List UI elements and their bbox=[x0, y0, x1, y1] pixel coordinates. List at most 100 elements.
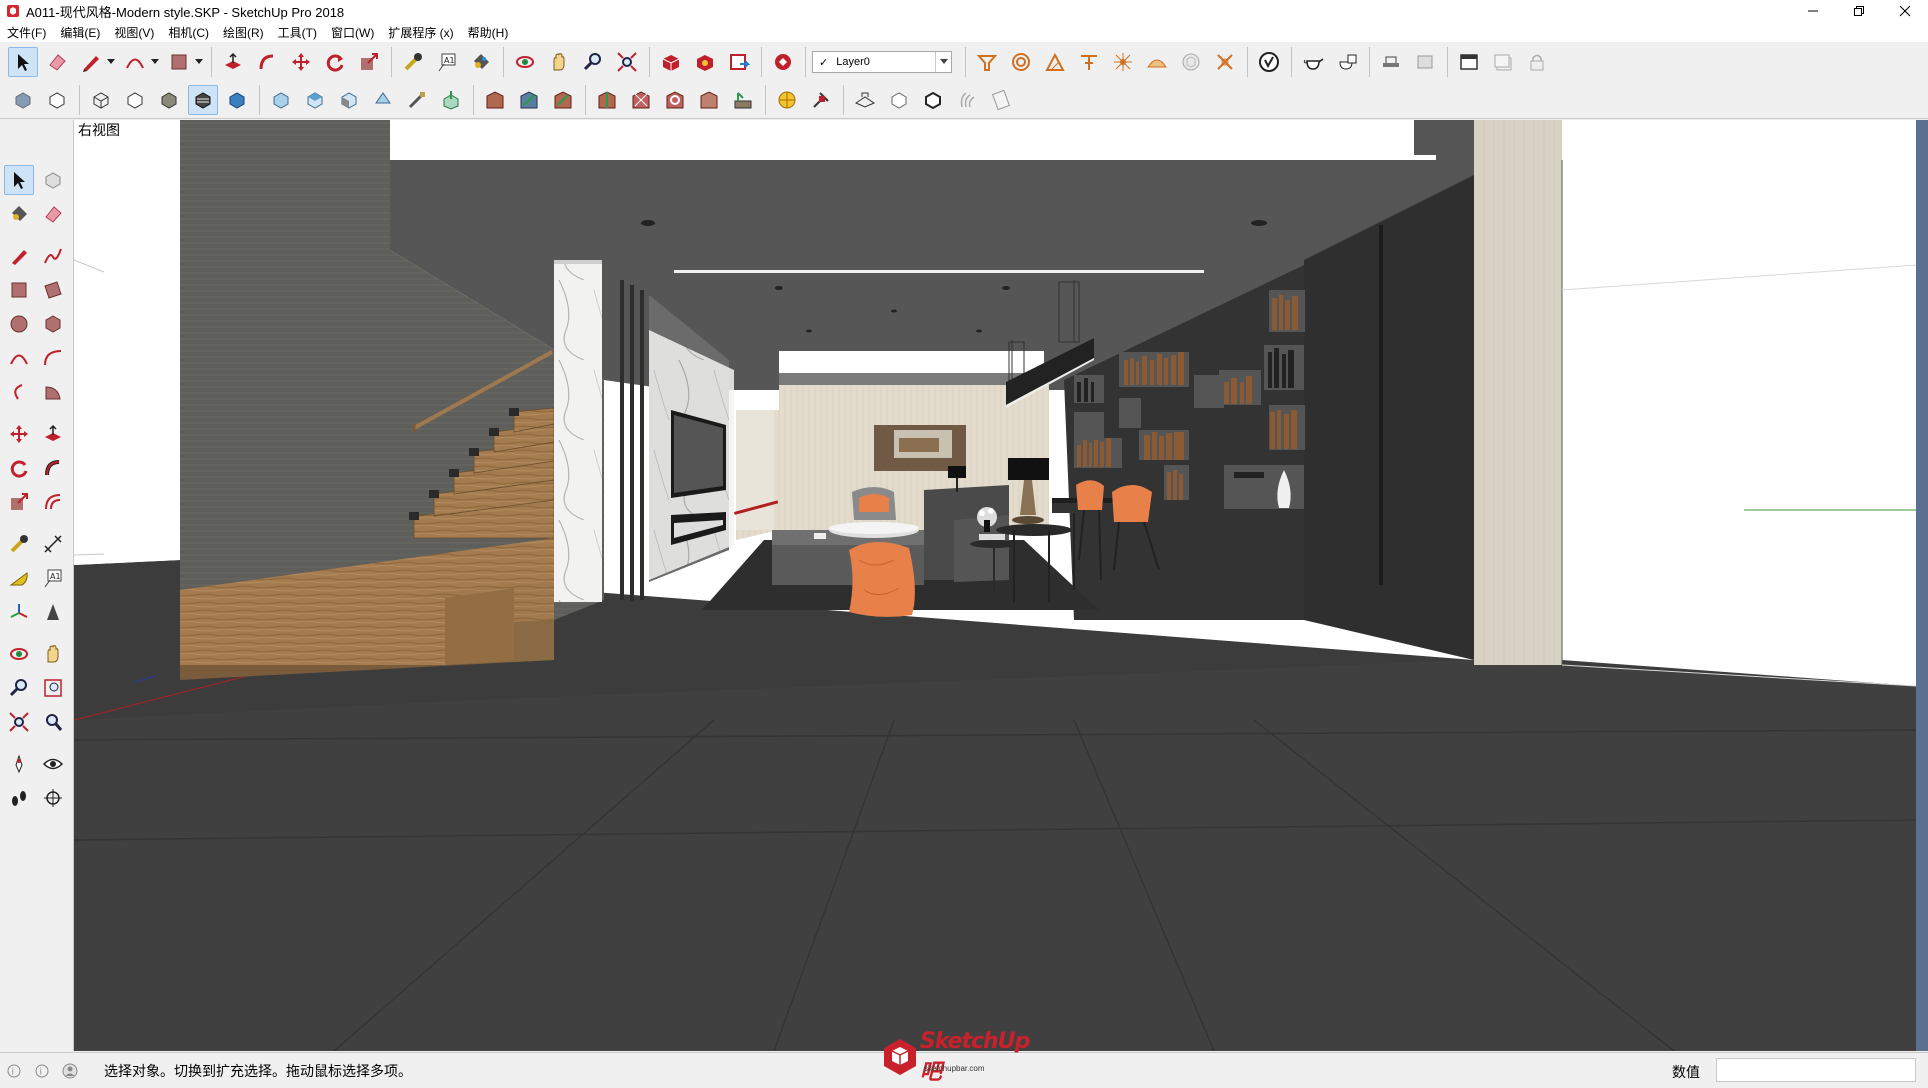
wireframe-button[interactable] bbox=[86, 85, 116, 115]
axes-tool[interactable] bbox=[4, 597, 34, 627]
arc-tool-button[interactable] bbox=[120, 47, 150, 77]
orbit-tool[interactable] bbox=[4, 639, 34, 669]
subtract-button[interactable] bbox=[592, 85, 622, 115]
face-style-button[interactable] bbox=[918, 85, 948, 115]
layout-button[interactable] bbox=[724, 47, 754, 77]
smoove-button[interactable] bbox=[1040, 47, 1070, 77]
position-camera-tool[interactable] bbox=[4, 749, 34, 779]
follow-me-tool-button[interactable] bbox=[252, 47, 282, 77]
circle-tool[interactable] bbox=[4, 309, 34, 339]
back-view-button[interactable] bbox=[402, 85, 432, 115]
3d-text-tool[interactable] bbox=[38, 597, 68, 627]
left-view-button[interactable] bbox=[436, 85, 466, 115]
scale-tool[interactable] bbox=[4, 487, 34, 517]
eraser-tool[interactable] bbox=[38, 199, 68, 229]
menu-camera[interactable]: 相机(C) bbox=[168, 24, 209, 41]
arc-tool[interactable] bbox=[4, 343, 34, 373]
sun-button[interactable] bbox=[694, 85, 724, 115]
model-viewport[interactable]: 右视图 bbox=[74, 120, 1916, 1051]
close-button[interactable] bbox=[1882, 0, 1928, 22]
credits-icon[interactable]: i bbox=[34, 1063, 50, 1079]
zoom-tool-button[interactable] bbox=[578, 47, 608, 77]
dimension-tool[interactable] bbox=[38, 529, 68, 559]
top-view-button[interactable] bbox=[300, 85, 330, 115]
lock-button[interactable] bbox=[1522, 47, 1552, 77]
menu-window[interactable]: 窗口(W) bbox=[331, 24, 374, 41]
three-point-arc-tool[interactable] bbox=[4, 377, 34, 407]
right-view-button[interactable] bbox=[368, 85, 398, 115]
geo-location-icon[interactable]: i bbox=[6, 1063, 22, 1079]
rotate-tool-button[interactable] bbox=[320, 47, 350, 77]
fog-button[interactable] bbox=[806, 85, 836, 115]
xray-button[interactable] bbox=[8, 85, 38, 115]
layer-dropdown[interactable]: ✓ Layer0 bbox=[812, 51, 952, 73]
pencil-tool-button[interactable] bbox=[76, 47, 106, 77]
menu-tools[interactable]: 工具(T) bbox=[278, 24, 317, 41]
scale-tool-button[interactable] bbox=[354, 47, 384, 77]
eraser-tool-button[interactable] bbox=[42, 47, 72, 77]
arc-dropdown[interactable] bbox=[150, 47, 160, 77]
flip-edge-button[interactable] bbox=[1176, 47, 1206, 77]
back-edges-button[interactable] bbox=[42, 85, 72, 115]
edge-style-button[interactable] bbox=[884, 85, 914, 115]
component-tool-button[interactable] bbox=[728, 85, 758, 115]
views-button[interactable] bbox=[1488, 47, 1518, 77]
hidden-line-button[interactable] bbox=[120, 85, 150, 115]
zoom-extents-tool[interactable] bbox=[4, 707, 34, 737]
extension-warehouse-button[interactable] bbox=[690, 47, 720, 77]
make-component-tool[interactable] bbox=[38, 165, 68, 195]
add-detail-button[interactable] bbox=[1142, 47, 1172, 77]
offset-tool[interactable] bbox=[38, 487, 68, 517]
two-point-arc-tool[interactable] bbox=[38, 343, 68, 373]
minimize-button[interactable] bbox=[1790, 0, 1836, 22]
monochrome-button[interactable] bbox=[222, 85, 252, 115]
measurements-input[interactable] bbox=[1716, 1058, 1916, 1082]
orbit-tool-button[interactable] bbox=[510, 47, 540, 77]
stamp-button[interactable] bbox=[1074, 47, 1104, 77]
section-plane-tool[interactable] bbox=[38, 783, 68, 813]
section-display-button[interactable] bbox=[1410, 47, 1440, 77]
select-tool-button[interactable] bbox=[8, 47, 38, 77]
rotated-rectangle-tool[interactable] bbox=[38, 275, 68, 305]
zoom-extents-tool-button[interactable] bbox=[612, 47, 642, 77]
polygon-tool[interactable] bbox=[38, 309, 68, 339]
push-pull-tool[interactable] bbox=[38, 419, 68, 449]
sandbox-scratch-button[interactable] bbox=[1006, 47, 1036, 77]
trim-button[interactable] bbox=[626, 85, 656, 115]
tape-measure-tool[interactable] bbox=[4, 529, 34, 559]
rectangle-dropdown[interactable] bbox=[194, 47, 204, 77]
paint-bucket-tool-button[interactable] bbox=[466, 47, 496, 77]
union-button[interactable] bbox=[548, 85, 578, 115]
protractor-tool[interactable] bbox=[4, 563, 34, 593]
pan-tool[interactable] bbox=[38, 639, 68, 669]
vray-button[interactable] bbox=[1254, 47, 1284, 77]
rectangle-tool-button[interactable] bbox=[164, 47, 194, 77]
teapot-button[interactable] bbox=[1298, 47, 1328, 77]
zoom-window-tool[interactable] bbox=[38, 673, 68, 703]
solid-inspector-button[interactable] bbox=[1210, 47, 1240, 77]
shaded-button[interactable] bbox=[154, 85, 184, 115]
menu-draw[interactable]: 绘图(R) bbox=[223, 24, 264, 41]
render-button[interactable] bbox=[1332, 47, 1362, 77]
move-tool[interactable] bbox=[4, 419, 34, 449]
split-button[interactable] bbox=[660, 85, 690, 115]
restore-button[interactable] bbox=[1836, 0, 1882, 22]
paint-bucket-tool[interactable] bbox=[4, 199, 34, 229]
shaded-textures-button[interactable] bbox=[188, 84, 218, 115]
sandbox-contours-button[interactable] bbox=[972, 47, 1002, 77]
chevron-down-icon[interactable] bbox=[935, 52, 951, 72]
rotate-tool[interactable] bbox=[4, 453, 34, 483]
pie-tool[interactable] bbox=[38, 377, 68, 407]
select-tool[interactable] bbox=[4, 165, 34, 195]
outer-shell-button[interactable] bbox=[480, 85, 510, 115]
line-tool[interactable] bbox=[4, 241, 34, 271]
push-pull-tool-button[interactable] bbox=[218, 47, 248, 77]
follow-me-tool[interactable] bbox=[38, 453, 68, 483]
look-around-tool[interactable] bbox=[38, 749, 68, 779]
pan-tool-button[interactable] bbox=[544, 47, 574, 77]
extension-manager-button[interactable] bbox=[768, 47, 798, 77]
text-tool[interactable]: A1 bbox=[38, 563, 68, 593]
match-photo-button[interactable] bbox=[850, 85, 880, 115]
front-view-button[interactable] bbox=[334, 85, 364, 115]
pencil-dropdown[interactable] bbox=[106, 47, 116, 77]
